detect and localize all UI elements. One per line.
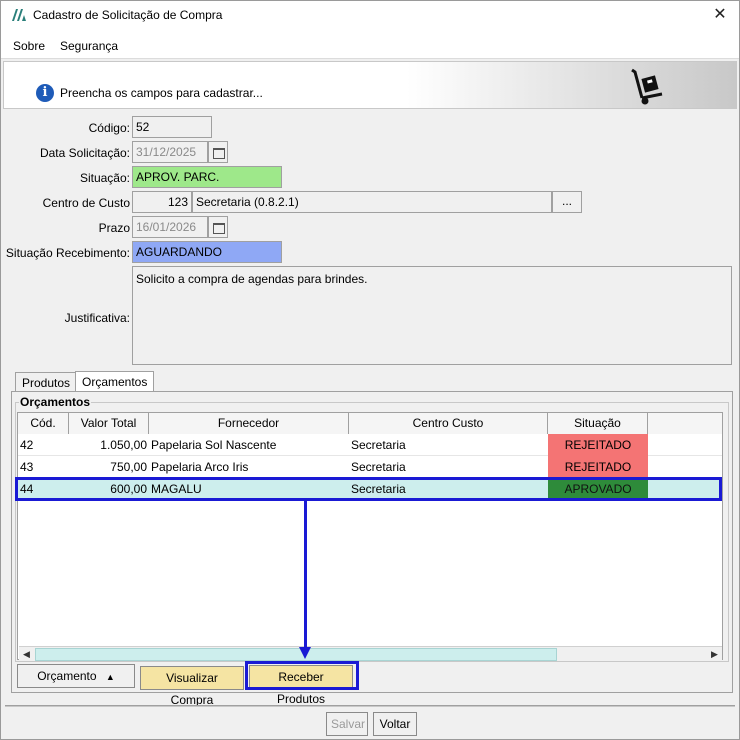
footer-separator (5, 705, 735, 707)
prazo-label: Prazo (98, 221, 130, 235)
scroll-left-icon[interactable]: ◀ (19, 647, 34, 662)
cell-centro: Secretaria (351, 438, 406, 452)
cell-cod: 44 (20, 482, 34, 496)
cell-fornecedor: Papelaria Sol Nascente (151, 438, 277, 452)
window-title: Cadastro de Solicitação de Compra (33, 8, 223, 22)
caret-up-icon: ▲ (105, 672, 115, 682)
cell-situacao: REJEITADO (548, 456, 648, 478)
table-row[interactable]: 42 1.050,00 Papelaria Sol Nascente Secre… (18, 434, 722, 456)
situacao-label: Situação: (79, 171, 130, 185)
cell-valor: 750,00 (110, 460, 147, 474)
title-bar: Cadastro de Solicitação de Compra ✕ (1, 1, 739, 31)
main-window: Cadastro de Solicitação de Compra ✕ Sobr… (0, 0, 740, 740)
cell-centro: Secretaria (351, 482, 406, 496)
orcamentos-group-label: Orçamentos (19, 395, 92, 409)
orcamentos-table[interactable]: Cód. Valor Total Fornecedor Centro Custo… (17, 412, 723, 660)
cell-fornecedor: MAGALU (151, 482, 202, 496)
data-solicitacao-field[interactable]: 31/12/2025 (132, 141, 208, 163)
hand-truck-icon (631, 68, 663, 105)
scroll-right-icon[interactable]: ▶ (707, 647, 722, 662)
cell-situacao: APROVADO (548, 478, 648, 500)
close-button[interactable]: ✕ (709, 5, 731, 25)
column-header-filler (648, 413, 722, 434)
orcamento-button-label: Orçamento (37, 669, 97, 683)
table-header: Cód. Valor Total Fornecedor Centro Custo… (18, 413, 722, 434)
voltar-button[interactable]: Voltar (373, 712, 417, 736)
menu-item-sobre[interactable]: Sobre (13, 39, 45, 53)
calendar-button[interactable] (208, 216, 228, 238)
situacao-recebimento-field: AGUARDANDO (132, 241, 282, 263)
prazo-field[interactable]: 16/01/2026 (132, 216, 208, 238)
info-text: Preencha os campos para cadastrar... (60, 86, 263, 100)
tab-produtos[interactable]: Produtos (15, 372, 78, 392)
cell-situacao: REJEITADO (548, 434, 648, 456)
info-icon: i (36, 84, 54, 102)
cell-valor: 1.050,00 (100, 438, 147, 452)
justificativa-label: Justificativa: (64, 311, 130, 325)
codigo-field[interactable]: 52 (132, 116, 212, 138)
cell-centro: Secretaria (351, 460, 406, 474)
centro-custo-label: Centro de Custo (42, 196, 130, 210)
menu-item-seguranca[interactable]: Segurança (60, 39, 118, 53)
data-solicitacao-label: Data Solicitação: (39, 146, 130, 160)
app-logo-icon (12, 9, 26, 21)
codigo-label: Código: (88, 121, 130, 135)
centro-custo-name-field: Secretaria (0.8.2.1) (192, 191, 552, 213)
annotation-arrow-line (304, 501, 307, 649)
salvar-button[interactable]: Salvar (326, 712, 368, 736)
tab-orcamentos[interactable]: Orçamentos (75, 371, 155, 393)
centro-custo-lookup-button[interactable]: ... (552, 191, 582, 213)
receber-produtos-button[interactable]: Receber Produtos (249, 665, 353, 706)
menu-bar: Sobre Segurança (1, 31, 739, 59)
annotation-arrow-head-icon (299, 647, 311, 659)
column-header-cod[interactable]: Cód. (18, 413, 69, 434)
centro-custo-code-field[interactable]: 123 (132, 191, 192, 213)
column-header-centro[interactable]: Centro Custo (349, 413, 548, 434)
orcamento-menu-button[interactable]: Orçamento ▲ (17, 664, 135, 688)
justificativa-textarea[interactable]: Solicito a compra de agendas para brinde… (132, 266, 732, 365)
horizontal-scrollbar[interactable]: ◀ ▶ (19, 646, 722, 661)
cell-valor: 600,00 (110, 482, 147, 496)
cell-fornecedor: Papelaria Arco Iris (151, 460, 249, 474)
column-header-valor[interactable]: Valor Total (69, 413, 149, 434)
situacao-recebimento-label: Situação Recebimento: (5, 246, 130, 260)
column-header-situacao[interactable]: Situação (548, 413, 648, 434)
calendar-button[interactable] (208, 141, 228, 163)
table-row-selected[interactable]: 44 600,00 MAGALU Secretaria APROVADO (18, 478, 722, 500)
visualizar-compra-button[interactable]: Visualizar Compra (140, 666, 244, 707)
scrollbar-thumb[interactable] (35, 648, 557, 661)
column-header-fornecedor[interactable]: Fornecedor (149, 413, 349, 434)
header-panel: i Preencha os campos para cadastrar... (3, 61, 737, 109)
cell-cod: 42 (20, 438, 34, 452)
table-row[interactable]: 43 750,00 Papelaria Arco Iris Secretaria… (18, 456, 722, 478)
cell-cod: 43 (20, 460, 34, 474)
situacao-field: APROV. PARC. (132, 166, 282, 188)
